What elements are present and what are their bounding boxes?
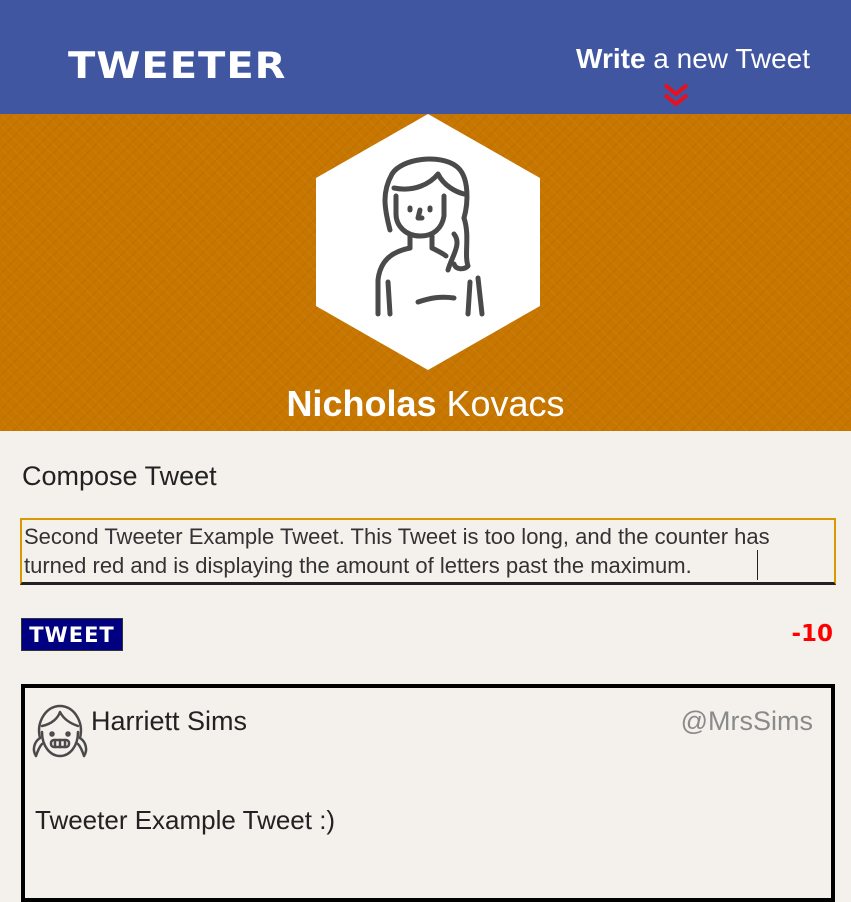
double-chevron-down-icon[interactable] <box>662 82 690 110</box>
app-logo[interactable]: TWEETER <box>68 42 286 90</box>
write-link-rest: a new Tweet <box>645 43 810 74</box>
text-cursor <box>757 550 758 580</box>
tweet-card: Harriett Sims @MrsSims Tweeter Example T… <box>21 684 835 902</box>
profile-last-name: Kovacs <box>436 383 565 424</box>
profile-banner: Nicholas Kovacs <box>0 114 851 431</box>
compose-textarea[interactable]: Second Tweeter Example Tweet. This Tweet… <box>22 520 834 582</box>
woman-avatar-icon <box>375 156 485 317</box>
tweet-author-handle: @MrsSims <box>680 706 813 736</box>
tweet-submit-button[interactable]: TWEET <box>21 618 123 651</box>
profile-first-name: Nicholas <box>286 383 437 424</box>
write-link-bold: Write <box>576 43 646 74</box>
write-new-tweet-link[interactable]: Write a new Tweet <box>576 42 810 76</box>
character-counter: -10 <box>791 621 833 647</box>
girl-smiling-avatar-icon <box>32 704 88 758</box>
tweet-author-name: Harriett Sims <box>91 706 248 736</box>
profile-name: Nicholas Kovacs <box>0 382 851 426</box>
compose-textarea-wrapper[interactable]: Second Tweeter Example Tweet. This Tweet… <box>20 518 836 585</box>
tweet-text: Tweeter Example Tweet :) <box>35 805 336 835</box>
compose-title: Compose Tweet <box>22 461 217 491</box>
top-navbar: TWEETER Write a new Tweet <box>0 0 851 114</box>
